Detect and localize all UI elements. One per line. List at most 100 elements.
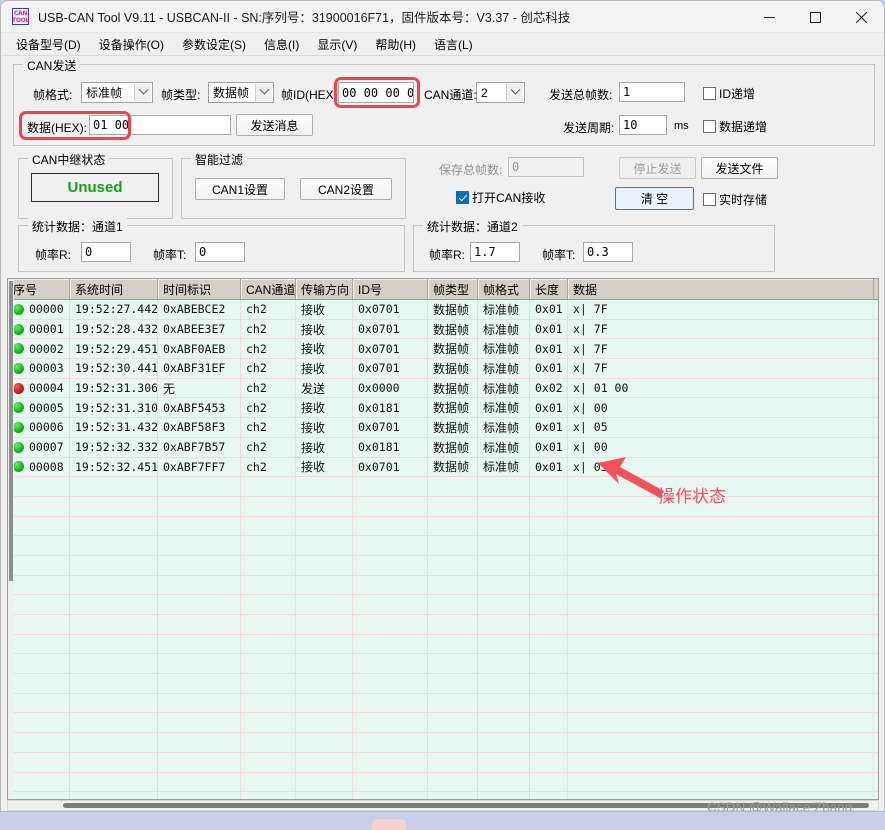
data-increment-label: 数据递增 bbox=[719, 120, 768, 134]
stop-send-button[interactable]: 停止发送 bbox=[619, 157, 696, 179]
chevron-down-icon[interactable] bbox=[506, 84, 523, 101]
menu-parameters[interactable]: 参数设定(S) bbox=[173, 34, 255, 55]
realtime-store-checkbox[interactable]: 实时存储 bbox=[703, 191, 767, 208]
table-cell-empty bbox=[568, 792, 874, 799]
table-row[interactable]: 00007 19:52:32.332 0xABF7B57 ch2 接收 0x0181 数据帧… bbox=[8, 437, 878, 458]
can1-settings-button[interactable]: CAN1设置 bbox=[195, 178, 285, 200]
can-message-table[interactable]: 序号 系统时间 时间标识 CAN通道 传输方向 ID号 帧类型 帧格式 长度 数据 00000 19… bbox=[7, 278, 879, 800]
menu-language[interactable]: 语言(L) bbox=[425, 34, 482, 55]
table-cell: 00001 bbox=[8, 319, 70, 339]
table-cell-empty bbox=[530, 477, 568, 496]
table-column-header[interactable]: 时间标识 bbox=[158, 279, 241, 299]
id-increment-checkbox[interactable]: ID递增 bbox=[703, 85, 755, 102]
table-row[interactable]: 00002 19:52:29.451 0xABF0AEB ch2 接收 0x0701 数据帧… bbox=[8, 339, 878, 360]
maximize-icon[interactable] bbox=[792, 1, 838, 33]
ch2-rate-t-input: 0.3 bbox=[583, 242, 633, 262]
table-column-header[interactable]: 帧类型 bbox=[428, 279, 478, 299]
table-column-header[interactable]: CAN通道 bbox=[241, 279, 296, 299]
table-cell: 0xABEBCE2 bbox=[158, 300, 241, 319]
table-cell: ch2 bbox=[241, 418, 296, 437]
table-cell-empty bbox=[241, 674, 296, 693]
table-row[interactable]: 00006 19:52:31.432 0xABF58F3 ch2 接收 0x0701 数据帧… bbox=[8, 418, 878, 438]
table-cell-empty bbox=[568, 674, 874, 693]
table-cell-empty bbox=[568, 634, 874, 654]
table-cell-empty bbox=[158, 575, 241, 595]
table-cell: 19:52:31.310 bbox=[70, 398, 158, 418]
table-cell-empty bbox=[70, 477, 158, 496]
table-cell: 0x01 bbox=[530, 398, 568, 418]
table-cell: x| 00 bbox=[568, 437, 874, 457]
menu-device-operate[interactable]: 设备操作(O) bbox=[90, 34, 173, 55]
send-file-button[interactable]: 发送文件 bbox=[701, 157, 778, 179]
direction-rx-icon bbox=[13, 441, 24, 453]
table-cell: x| 7F bbox=[568, 359, 874, 378]
table-row[interactable]: 00008 19:52:32.451 0xABF7FF7 ch2 接收 0x0701 数据帧… bbox=[8, 457, 878, 478]
table-column-header[interactable]: 序号 bbox=[8, 279, 70, 299]
table-cell-empty bbox=[70, 713, 158, 733]
table-cell-empty bbox=[428, 752, 478, 772]
table-row[interactable]: 00000 19:52:27.442 0xABEBCE2 ch2 接收 0x0701 数据帧… bbox=[8, 300, 878, 320]
table-row[interactable]: 00001 19:52:28.432 0xABEE3E7 ch2 接收 0x0701 数据帧… bbox=[8, 319, 878, 340]
menu-display[interactable]: 显示(V) bbox=[308, 34, 366, 55]
table-column-header[interactable]: ID号 bbox=[353, 279, 428, 299]
send-period-input[interactable]: 10 bbox=[619, 115, 667, 135]
table-row-empty bbox=[8, 536, 878, 556]
table-column-header[interactable]: 系统时间 bbox=[70, 279, 158, 299]
table-row[interactable]: 00003 19:52:30.441 0xABF31EF ch2 接收 0x0701 数据帧… bbox=[8, 359, 878, 379]
table-cell-empty bbox=[158, 615, 241, 634]
data-increment-checkbox[interactable]: 数据递增 bbox=[703, 118, 767, 135]
table-cell: 数据帧 bbox=[428, 457, 478, 477]
table-cell-empty bbox=[8, 792, 70, 799]
menu-info[interactable]: 信息(I) bbox=[255, 34, 308, 55]
table-cell-empty bbox=[353, 516, 428, 536]
data-hex-input[interactable]: 01 00 bbox=[89, 115, 231, 135]
table-cell-empty bbox=[568, 555, 874, 575]
table-cell-empty bbox=[530, 575, 568, 595]
table-cell-empty bbox=[530, 733, 568, 752]
table-cell-empty bbox=[478, 516, 530, 536]
table-column-header[interactable]: 帧格式 bbox=[478, 279, 530, 299]
table-column-header[interactable]: 数据 bbox=[568, 279, 874, 299]
table-cell: ch2 bbox=[241, 457, 296, 477]
ch1-rate-t-input: 0 bbox=[195, 242, 245, 262]
clear-button[interactable]: 清 空 bbox=[615, 187, 694, 210]
table-column-header[interactable]: 长度 bbox=[530, 279, 568, 299]
table-cell-empty bbox=[568, 733, 874, 752]
frame-id-label: 帧ID(HEX) bbox=[281, 88, 338, 102]
minimize-icon[interactable] bbox=[746, 1, 792, 33]
table-row-empty bbox=[8, 575, 878, 596]
menu-help[interactable]: 帮助(H) bbox=[366, 34, 425, 55]
vertical-scroll-thumb[interactable] bbox=[9, 281, 13, 581]
close-icon[interactable] bbox=[838, 1, 884, 33]
can-channel-select[interactable]: 2 bbox=[476, 82, 525, 103]
menu-device-model[interactable]: 设备型号(D) bbox=[7, 34, 90, 55]
table-row[interactable]: 00004 19:52:31.306 无 ch2 发送 0x0000 数据帧 标准帧 0x02 x… bbox=[8, 378, 878, 399]
can2-settings-button[interactable]: CAN2设置 bbox=[300, 178, 392, 200]
send-message-button[interactable]: 发送消息 bbox=[236, 114, 313, 136]
chevron-down-icon[interactable] bbox=[255, 84, 272, 101]
ch1-rate-r-input: 0 bbox=[81, 242, 131, 262]
table-cell-empty bbox=[296, 516, 353, 536]
frame-format-select[interactable]: 标准帧 bbox=[81, 82, 153, 103]
taskbar-item[interactable] bbox=[372, 819, 406, 830]
table-row-empty bbox=[8, 555, 878, 576]
table-cell-empty bbox=[296, 615, 353, 634]
open-can-receive-checkbox[interactable]: 打开CAN接收 bbox=[456, 189, 545, 206]
table-cell-empty bbox=[530, 713, 568, 733]
table-cell-empty bbox=[241, 477, 296, 496]
table-cell-empty bbox=[568, 575, 874, 595]
table-column-header[interactable]: 传输方向 bbox=[296, 279, 353, 299]
vertical-scrollbar[interactable] bbox=[8, 279, 14, 799]
frame-id-input[interactable]: 00 00 00 00 bbox=[338, 82, 414, 103]
table-cell-empty bbox=[568, 654, 874, 674]
table-cell-empty bbox=[158, 496, 241, 516]
table-row[interactable]: 00005 19:52:31.310 0xABF5453 ch2 接收 0x0181 数据帧… bbox=[8, 398, 878, 419]
chevron-down-icon[interactable] bbox=[134, 84, 151, 101]
table-cell-empty bbox=[241, 555, 296, 575]
row-index-label: 00003 bbox=[29, 361, 64, 376]
table-cell-empty bbox=[296, 713, 353, 733]
annotation-label-operation-status: 操作状态 bbox=[658, 487, 726, 506]
frame-type-select[interactable]: 数据帧 bbox=[208, 82, 274, 103]
direction-rx-icon bbox=[13, 402, 24, 414]
total-frames-input[interactable]: 1 bbox=[619, 82, 685, 102]
